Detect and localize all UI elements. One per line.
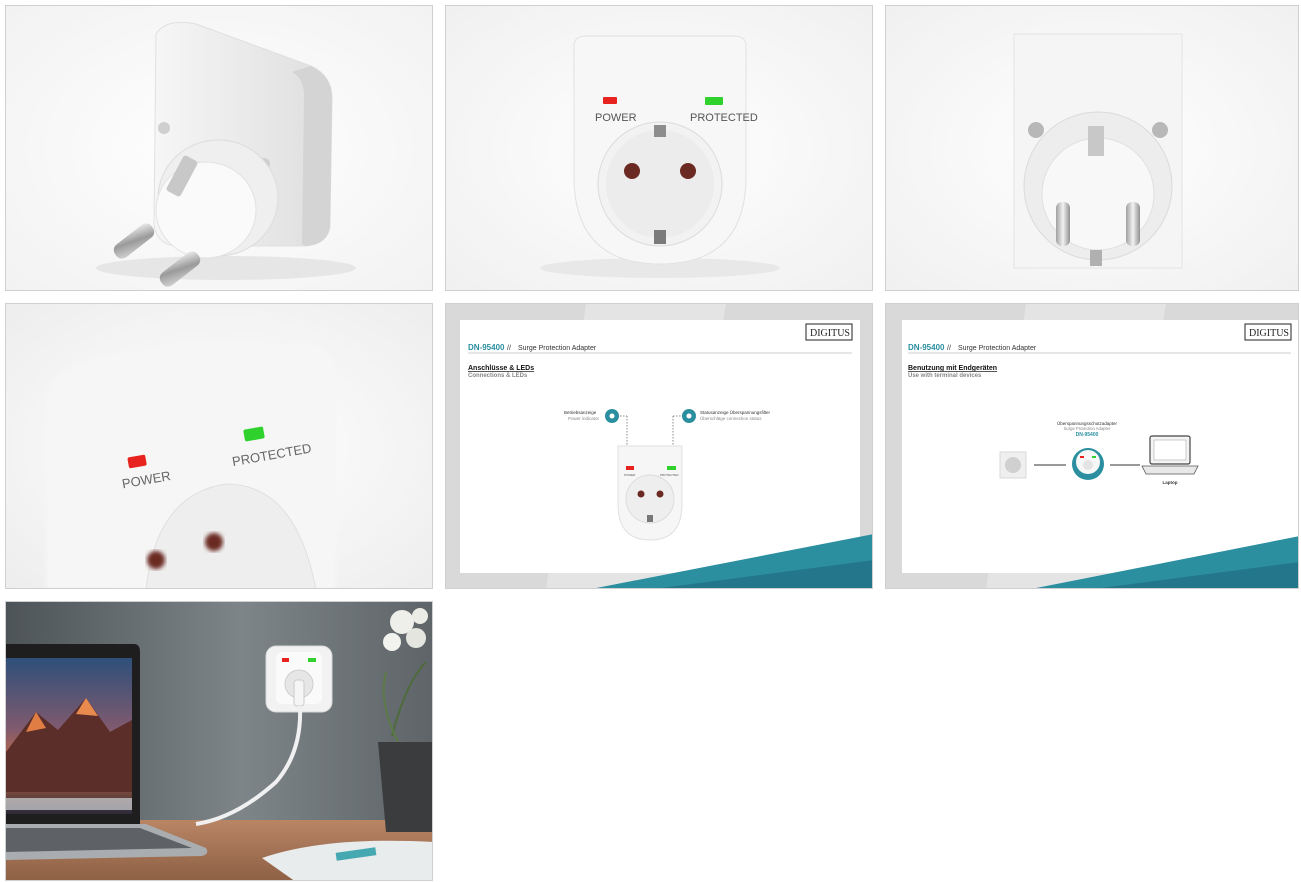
adapter-back-illustration <box>886 6 1298 290</box>
adapter-led-closeup-illustration: POWER PROTECTED <box>6 304 432 588</box>
slide2-brand: DIGITUS <box>1249 328 1289 339</box>
slide1-brand: DIGITUS <box>810 328 850 339</box>
power-led-label: POWER <box>595 112 637 124</box>
slide1-model: DN-95400 <box>468 343 505 352</box>
gallery-image-slide-terminal-devices[interactable]: DIGITUS DN-95400 // Surge Protection Ada… <box>885 303 1299 589</box>
slide2-separator: // <box>947 345 951 352</box>
protected-led-label: PROTECTED <box>690 112 758 124</box>
slide1-separator: // <box>507 345 511 352</box>
gallery-image-lifestyle[interactable] <box>5 601 433 881</box>
slide2-caption-en: Surge Protection Adapter <box>1064 426 1111 431</box>
slide1-callout-right-de: Statusanzeige Überspannungsfilter <box>700 409 771 415</box>
slide1-mini-power: POWER <box>624 473 636 477</box>
product-image-gallery: POWER PROTECTED POWER PROTECTED DIGITUS … <box>0 0 1301 882</box>
adapter-front-illustration: POWER PROTECTED <box>446 6 872 290</box>
slide2-product-name: Surge Protection Adapter <box>958 345 1037 352</box>
gallery-image-front-view[interactable]: POWER PROTECTED <box>445 5 873 291</box>
slide2-laptop-label: Laptop <box>1163 480 1178 485</box>
slide1-heading-en: Connections & LEDs <box>468 373 528 379</box>
slide2-heading-en: Use with terminal devices <box>908 373 982 379</box>
slide-terminal-illustration: DIGITUS DN-95400 // Surge Protection Ada… <box>886 304 1298 588</box>
slide1-heading-de: Anschlüsse & LEDs <box>468 365 534 372</box>
power-led <box>603 97 617 104</box>
slide1-mini-protected: PROTECTED <box>660 473 679 477</box>
protected-led <box>705 97 723 105</box>
slide2-heading-de: Benutzung mit Endgeräten <box>908 365 997 372</box>
lifestyle-scene-illustration <box>6 602 432 880</box>
gallery-image-slide-connections[interactable]: DIGITUS DN-95400 // Surge Protection Ada… <box>445 303 873 589</box>
adapter-side-illustration <box>6 6 432 290</box>
slide-connections-illustration: DIGITUS DN-95400 // Surge Protection Ada… <box>446 304 872 588</box>
slide1-product-name: Surge Protection Adapter <box>518 345 597 352</box>
slide2-caption-model: DN-95400 <box>1076 432 1099 438</box>
slide2-model: DN-95400 <box>908 343 945 352</box>
gallery-image-side-view[interactable] <box>5 5 433 291</box>
slide1-callout-right-en: Überschläge connection status <box>700 415 762 421</box>
gallery-image-back-view[interactable] <box>885 5 1299 291</box>
gallery-image-led-closeup[interactable]: POWER PROTECTED <box>5 303 433 589</box>
slide1-callout-left-en: Power indicator <box>568 416 600 421</box>
slide1-callout-left-de: Betriebsanzeige <box>564 410 597 415</box>
